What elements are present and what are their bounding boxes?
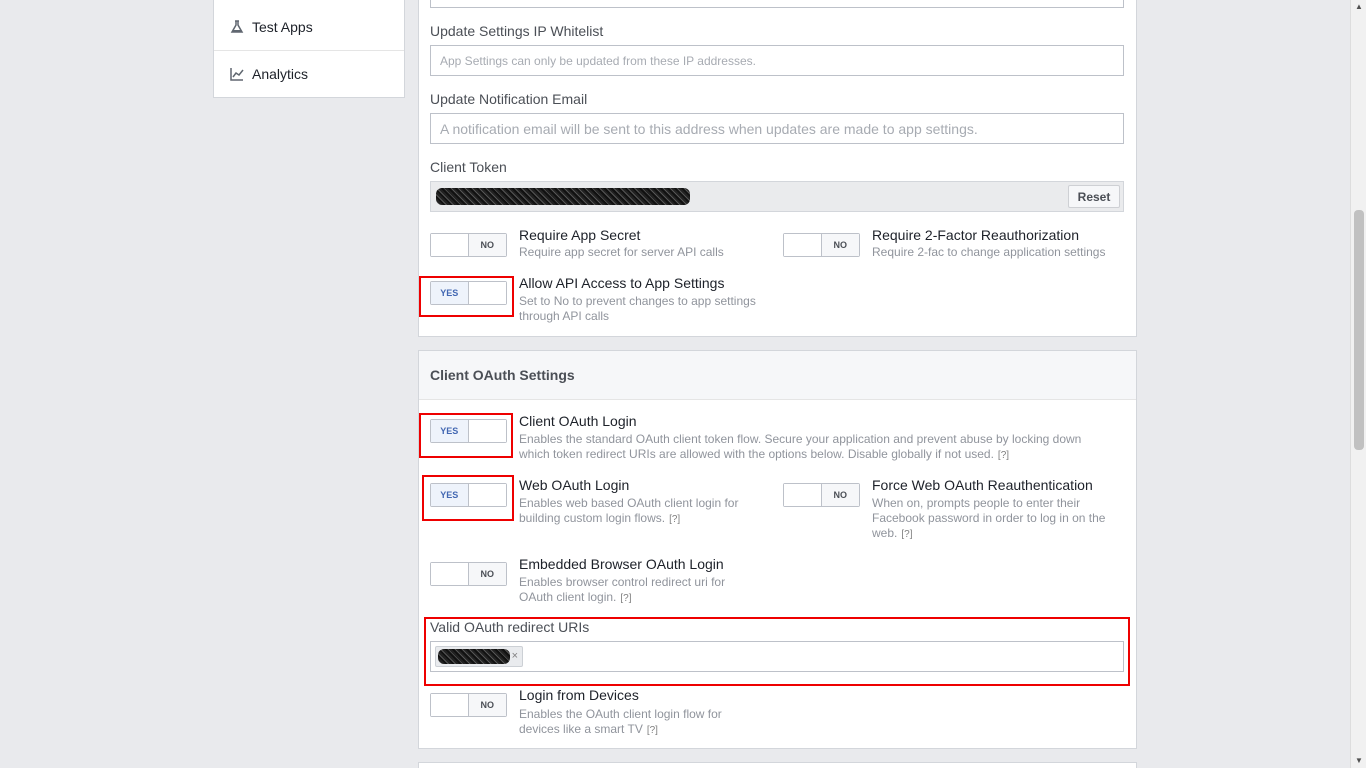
- toggle-off-half: [784, 234, 822, 256]
- web-oauth-login-desc-line1: Enables web based OAuth client login for: [519, 496, 739, 510]
- require-app-secret-toggle[interactable]: NO: [430, 233, 507, 257]
- scroll-up-arrow-icon[interactable]: ▲: [1354, 2, 1364, 12]
- client-oauth-panel: Client OAuth Settings YES Client OAuth L…: [418, 350, 1137, 749]
- page-scrollbar[interactable]: ▲ ▼: [1350, 0, 1366, 768]
- flask-icon: [230, 20, 244, 34]
- web-oauth-login-desc-line2: building custom login flows. [?]: [519, 511, 680, 527]
- scroll-down-arrow-icon[interactable]: ▼: [1354, 756, 1364, 766]
- notify-email-input[interactable]: A notification email will be sent to thi…: [430, 113, 1124, 144]
- toggle-off-half: [784, 484, 822, 506]
- toggle-state: NO: [821, 484, 859, 506]
- sidebar-item-test-apps[interactable]: Test Apps: [214, 4, 404, 51]
- require-2fa-title: Require 2-Factor Reauthorization: [872, 227, 1079, 243]
- force-reauth-desc-line3: web. [?]: [872, 526, 912, 542]
- notify-email-label: Update Notification Email: [430, 91, 588, 107]
- ip-whitelist-label: Update Settings IP Whitelist: [430, 23, 604, 39]
- desc-text: OAuth client login.: [519, 590, 617, 604]
- force-reauth-title: Force Web OAuth Reauthentication: [872, 477, 1093, 493]
- require-2fa-desc: Require 2-fac to change application sett…: [872, 245, 1106, 259]
- login-from-devices-title: Login from Devices: [519, 687, 639, 703]
- section-heading: Client OAuth Settings: [419, 351, 1136, 400]
- previous-input[interactable]: [430, 0, 1124, 8]
- force-reauth-desc-line1: When on, prompts people to enter their: [872, 496, 1081, 510]
- embedded-browser-oauth-desc-line2: OAuth client login. [?]: [519, 590, 632, 606]
- force-reauth-toggle[interactable]: NO: [783, 483, 860, 507]
- web-oauth-login-title: Web OAuth Login: [519, 477, 630, 493]
- sidebar: Test Apps Analytics: [213, 0, 405, 98]
- toggle-off-half: [431, 563, 469, 585]
- client-token-label: Client Token: [430, 159, 507, 175]
- embedded-browser-oauth-toggle[interactable]: NO: [430, 562, 507, 586]
- desc-text: which token redirect URIs are allowed wi…: [519, 447, 994, 461]
- help-link[interactable]: [?]: [669, 514, 680, 525]
- reset-token-button[interactable]: Reset: [1068, 185, 1120, 208]
- login-from-devices-desc-line1: Enables the OAuth client login flow for: [519, 707, 722, 721]
- toggle-off-half: [431, 694, 469, 716]
- desc-text: web.: [872, 526, 898, 540]
- client-oauth-login-desc-line2: which token redirect URIs are allowed wi…: [519, 447, 1009, 463]
- help-link[interactable]: [?]: [998, 450, 1009, 461]
- api-access-desc-line2: through API calls: [519, 309, 610, 323]
- force-reauth-desc-line2: Facebook password in order to log in on …: [872, 511, 1106, 525]
- help-link[interactable]: [?]: [620, 593, 631, 604]
- ip-whitelist-placeholder: App Settings can only be updated from th…: [440, 53, 756, 68]
- chart-icon: [230, 67, 244, 81]
- api-access-title: Allow API Access to App Settings: [519, 275, 725, 291]
- api-access-desc-line1: Set to No to prevent changes to app sett…: [519, 294, 756, 308]
- highlight-box: [419, 413, 513, 458]
- embedded-browser-oauth-desc-line1: Enables browser control redirect uri for: [519, 575, 726, 589]
- next-panel: [418, 762, 1137, 768]
- require-app-secret-desc: Require app secret for server API calls: [519, 245, 724, 259]
- toggle-state: NO: [468, 563, 506, 585]
- help-link[interactable]: [?]: [901, 529, 912, 540]
- highlight-box: [419, 276, 514, 317]
- client-oauth-login-title: Client OAuth Login: [519, 413, 637, 429]
- advanced-settings-panel: Update Settings IP Whitelist App Setting…: [418, 0, 1137, 337]
- require-app-secret-title: Require App Secret: [519, 227, 641, 243]
- redacted-token: [436, 188, 690, 205]
- toggle-state: NO: [821, 234, 859, 256]
- help-link[interactable]: [?]: [647, 725, 658, 736]
- highlight-box: [424, 617, 1130, 686]
- client-oauth-login-desc-line1: Enables the standard OAuth client token …: [519, 432, 1082, 446]
- require-2fa-toggle[interactable]: NO: [783, 233, 860, 257]
- sidebar-item-label: Test Apps: [252, 19, 313, 35]
- toggle-state: NO: [468, 234, 506, 256]
- toggle-state: NO: [468, 694, 506, 716]
- client-token-field: Reset: [430, 181, 1124, 212]
- notify-email-placeholder: A notification email will be sent to thi…: [440, 120, 978, 137]
- toggle-off-half: [431, 234, 469, 256]
- embedded-browser-oauth-title: Embedded Browser OAuth Login: [519, 556, 724, 572]
- desc-text: building custom login flows.: [519, 511, 666, 525]
- sidebar-item-analytics[interactable]: Analytics: [214, 50, 404, 97]
- login-from-devices-toggle[interactable]: NO: [430, 693, 507, 717]
- login-from-devices-desc-line2: devices like a smart TV [?]: [519, 722, 658, 738]
- scroll-thumb[interactable]: [1354, 210, 1364, 450]
- sidebar-item-label: Analytics: [252, 65, 309, 82]
- highlight-box: [422, 475, 514, 521]
- desc-text: devices like a smart TV: [519, 722, 643, 736]
- ip-whitelist-input[interactable]: App Settings can only be updated from th…: [430, 45, 1124, 76]
